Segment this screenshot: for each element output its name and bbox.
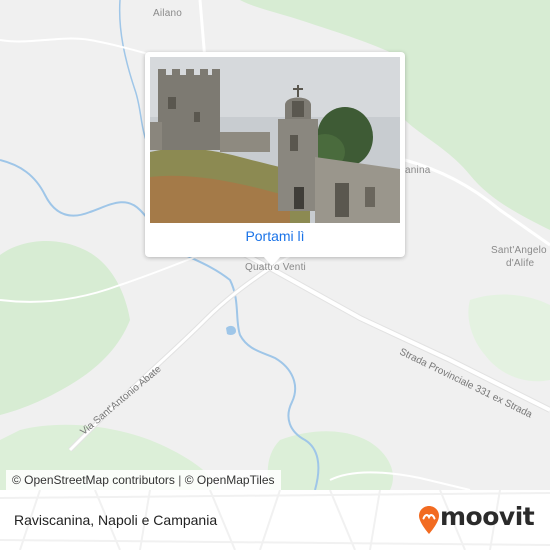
attribution-separator: | bbox=[178, 473, 182, 487]
take-me-there-button[interactable]: Portami lì bbox=[145, 228, 405, 244]
popup-pointer bbox=[263, 256, 281, 266]
place-name: Raviscanina, Napoli e Campania bbox=[14, 512, 218, 528]
place-label-canina-fragment: anina bbox=[405, 165, 431, 176]
moovit-logo: moovit bbox=[418, 502, 535, 535]
pond bbox=[226, 325, 236, 335]
map-attribution: © OpenStreetMap contributors | © OpenMap… bbox=[6, 470, 281, 490]
map-widget: Ailano Quattro Venti Sant'Angelo d'Alife… bbox=[0, 0, 550, 550]
forest-area-south bbox=[267, 431, 393, 490]
osm-attribution-link[interactable]: © OpenStreetMap contributors bbox=[12, 473, 175, 487]
castle-ruins-photo bbox=[150, 57, 400, 223]
moovit-pin-icon bbox=[419, 506, 439, 534]
omt-attribution-link[interactable]: © OpenMapTiles bbox=[185, 473, 275, 487]
footer-bar: Raviscanina, Napoli e Campania moovit bbox=[0, 490, 550, 550]
place-label-sant-angelo-line2: d'Alife bbox=[506, 258, 535, 269]
map-canvas[interactable]: Ailano Quattro Venti Sant'Angelo d'Alife… bbox=[0, 0, 550, 490]
moovit-wordmark: moovit bbox=[440, 502, 535, 531]
forest-area-east bbox=[468, 294, 550, 382]
forest-area-west bbox=[0, 240, 130, 415]
place-label-ailano: Ailano bbox=[153, 8, 182, 19]
location-popup: Portami lì bbox=[145, 52, 405, 257]
place-label-sant-angelo-line1: Sant'Angelo bbox=[491, 245, 547, 256]
